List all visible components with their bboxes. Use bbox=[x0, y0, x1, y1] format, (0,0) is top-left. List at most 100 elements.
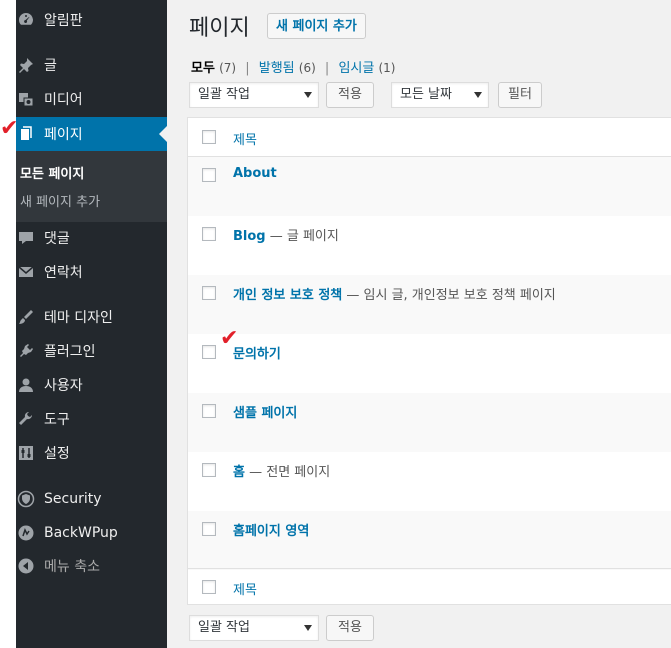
sidebar-item-label: Security bbox=[44, 491, 102, 507]
page-title-link[interactable]: 개인 정보 보호 정책 bbox=[233, 288, 342, 303]
page-title-link[interactable]: Blog bbox=[233, 229, 266, 244]
row-title: About bbox=[233, 166, 277, 181]
select-all-checkbox-footer[interactable] bbox=[202, 580, 216, 594]
pin-icon bbox=[16, 55, 36, 75]
filter-draft[interactable]: 임시글 bbox=[338, 61, 374, 76]
sidebar-item-label: BackWPup bbox=[44, 525, 118, 541]
sidebar-item-contact[interactable]: 연락처 bbox=[16, 255, 167, 289]
chevron-down-icon bbox=[474, 92, 482, 98]
left-margin bbox=[0, 0, 16, 648]
row-checkbox[interactable] bbox=[202, 227, 216, 241]
filter-button[interactable]: 필터 bbox=[498, 82, 542, 108]
table-row: 문의하기 ✔ bbox=[188, 328, 671, 393]
filter-all[interactable]: 모두 bbox=[191, 61, 215, 76]
sidebar-item-settings[interactable]: 설정 bbox=[16, 436, 167, 470]
brush-icon bbox=[16, 307, 36, 327]
row-checkbox[interactable] bbox=[202, 286, 216, 300]
sidebar-item-security[interactable]: Security bbox=[16, 482, 167, 516]
sidebar-item-label: 사용자 bbox=[44, 378, 83, 394]
sidebar-item-comments[interactable]: 댓글 bbox=[16, 221, 167, 255]
collapse-menu-button[interactable]: 메뉴 축소 bbox=[16, 549, 167, 583]
row-checkbox[interactable] bbox=[202, 522, 216, 536]
filter-separator: | bbox=[324, 61, 330, 76]
wrench-icon bbox=[16, 409, 36, 429]
page-state: — 전면 페이지 bbox=[244, 465, 331, 480]
add-new-page-button[interactable]: 새 페이지 추가 bbox=[267, 13, 366, 39]
page-title-link[interactable]: About bbox=[233, 166, 277, 181]
table-footer: 제목 bbox=[188, 568, 671, 605]
shield-icon bbox=[16, 489, 36, 509]
page-title-link[interactable]: 샘플 페이지 bbox=[233, 406, 297, 421]
apply-button-top[interactable]: 적용 bbox=[326, 82, 374, 108]
column-title-header[interactable]: 제목 bbox=[233, 129, 257, 148]
pages-table: 제목 About Blog — 글 페이지 개인 정보 보호 정책 — 임시 글… bbox=[187, 117, 671, 605]
sidebar-item-label: 연락처 bbox=[44, 265, 83, 281]
filter-all-count: (7) bbox=[219, 61, 237, 75]
page-title-link[interactable]: 문의하기 bbox=[233, 347, 281, 362]
date-filter-label: 모든 날짜 bbox=[400, 87, 452, 102]
sidebar-item-label: 테마 디자인 bbox=[44, 310, 113, 326]
sidebar-item-media[interactable]: 미디어 bbox=[16, 82, 167, 116]
sidebar-item-label: 플러그인 bbox=[44, 344, 96, 360]
row-title: 홈페이지 영역 bbox=[233, 520, 309, 539]
filter-published[interactable]: 발행됨 bbox=[259, 61, 295, 76]
bulk-action-select-top[interactable]: 일괄 작업 bbox=[189, 82, 319, 108]
mail-icon bbox=[16, 262, 36, 282]
collapse-icon bbox=[16, 556, 36, 576]
select-all-checkbox[interactable] bbox=[202, 130, 216, 144]
dashboard-icon bbox=[16, 10, 36, 30]
table-row: 홈 — 전면 페이지 bbox=[188, 452, 671, 511]
status-filters: 모두 (7) | 발행됨 (6) | 임시글 (1) bbox=[191, 57, 395, 76]
sidebar-item-label: 댓글 bbox=[44, 231, 70, 247]
filter-separator: | bbox=[245, 61, 250, 76]
pages-submenu: 모든 페이지 새 페이지 추가 bbox=[16, 151, 167, 222]
row-checkbox[interactable] bbox=[202, 404, 216, 418]
chevron-down-icon bbox=[304, 92, 312, 98]
row-checkbox[interactable] bbox=[202, 168, 216, 182]
plugin-icon bbox=[16, 341, 36, 361]
filter-draft-count: (1) bbox=[378, 61, 396, 75]
sidebar-item-posts[interactable]: 글 bbox=[16, 48, 167, 82]
column-title-footer[interactable]: 제목 bbox=[233, 579, 257, 598]
bulk-action-select-bottom[interactable]: 일괄 작업 bbox=[189, 615, 319, 641]
row-checkbox[interactable] bbox=[202, 463, 216, 477]
page-title-link[interactable]: 홈페이지 영역 bbox=[233, 524, 309, 539]
page-title-link[interactable]: 홈 bbox=[233, 465, 245, 480]
sidebar-item-plugins[interactable]: 플러그인 bbox=[16, 334, 167, 368]
sidebar-item-users[interactable]: 사용자 bbox=[16, 368, 167, 402]
sidebar-item-dashboard[interactable]: 알림판 bbox=[16, 3, 167, 37]
page-icon bbox=[16, 124, 36, 144]
sidebar-item-appearance[interactable]: 테마 디자인 bbox=[16, 300, 167, 334]
sidebar-item-pages[interactable]: 페이지 bbox=[16, 117, 167, 151]
row-title: Blog — 글 페이지 bbox=[233, 225, 339, 244]
submenu-add-new-page[interactable]: 새 페이지 추가 bbox=[20, 191, 100, 210]
media-icon bbox=[16, 89, 36, 109]
page-title: 페이지 bbox=[189, 16, 250, 41]
date-filter-select[interactable]: 모든 날짜 bbox=[391, 82, 489, 108]
comment-icon bbox=[16, 228, 36, 248]
filter-published-count: (6) bbox=[298, 61, 316, 75]
page-state: — 임시 글, 개인정보 보호 정책 페이지 bbox=[342, 288, 556, 303]
table-row: 개인 정보 보호 정책 — 임시 글, 개인정보 보호 정책 페이지 bbox=[188, 275, 671, 334]
row-checkbox[interactable] bbox=[202, 345, 216, 359]
sidebar-item-backwpup[interactable]: BackWPup bbox=[16, 516, 167, 550]
sidebar-item-label: 설정 bbox=[44, 446, 70, 462]
sidebar-item-label: 미디어 bbox=[44, 92, 83, 108]
table-row: 홈페이지 영역 bbox=[188, 511, 671, 570]
submenu-all-pages[interactable]: 모든 페이지 bbox=[20, 163, 84, 182]
table-row: Blog — 글 페이지 bbox=[188, 216, 671, 275]
row-title: 홈 — 전면 페이지 bbox=[233, 461, 330, 480]
sidebar-item-tools[interactable]: 도구 bbox=[16, 402, 167, 436]
apply-button-bottom[interactable]: 적용 bbox=[326, 615, 374, 641]
check-mark-annotation: ✔ bbox=[220, 326, 239, 351]
user-icon bbox=[16, 375, 36, 395]
row-title: 개인 정보 보호 정책 — 임시 글, 개인정보 보호 정책 페이지 bbox=[233, 284, 556, 303]
backup-icon bbox=[16, 523, 36, 543]
sidebar-item-label: 알림판 bbox=[44, 13, 83, 29]
table-row: 샘플 페이지 bbox=[188, 393, 671, 452]
table-header: 제목 bbox=[188, 118, 671, 157]
bulk-action-label: 일괄 작업 bbox=[198, 87, 250, 102]
row-title: 샘플 페이지 bbox=[233, 402, 297, 421]
admin-sidebar: 알림판 글 미디어 페이지 모든 페이지 새 페이지 추가 댓글 연락처 테마 … bbox=[16, 0, 167, 648]
sidebar-item-label: 페이지 bbox=[44, 127, 83, 143]
